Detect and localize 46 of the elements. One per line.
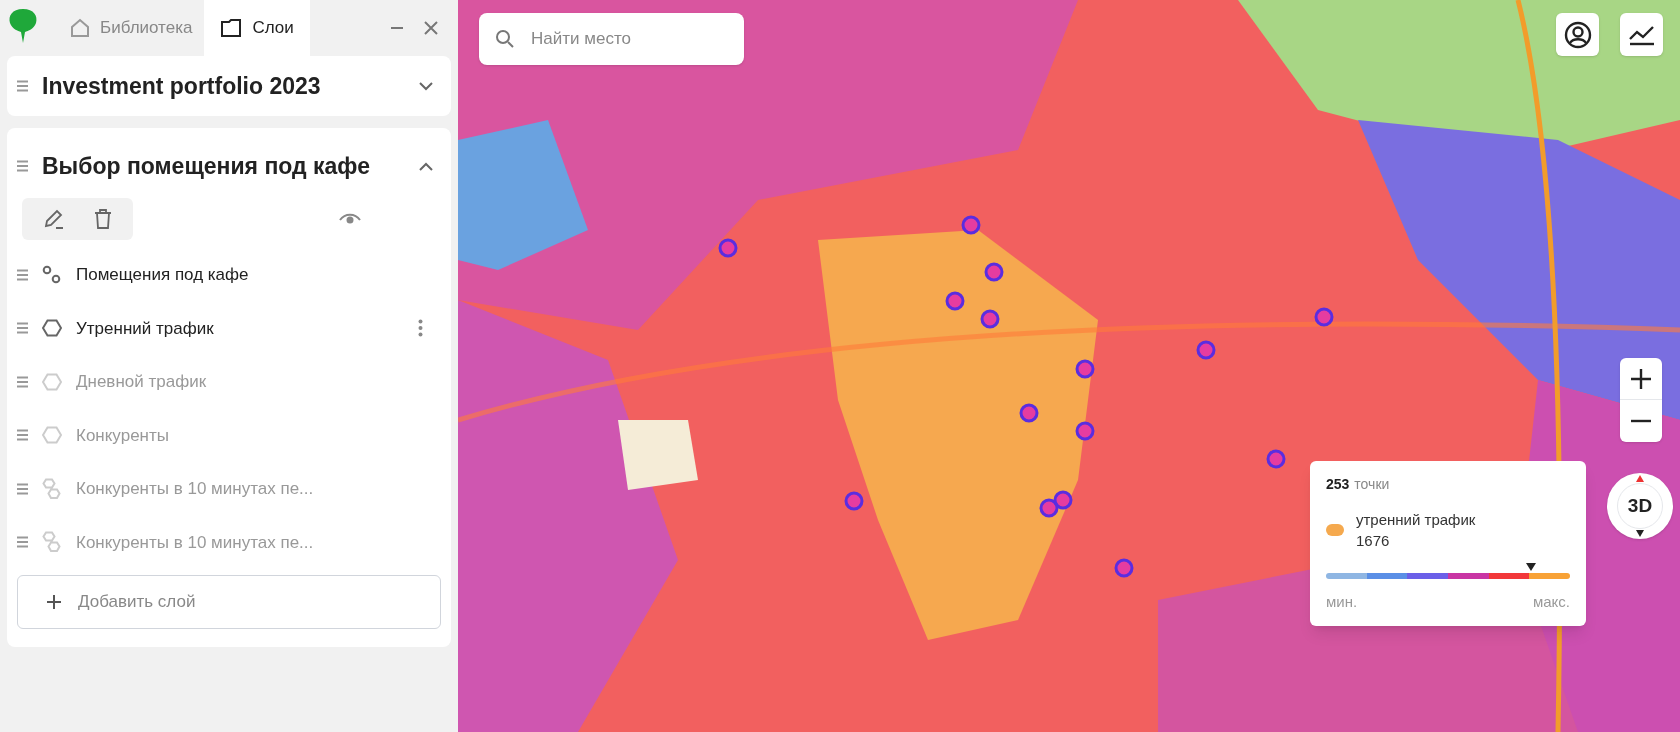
plus-icon — [1630, 367, 1652, 390]
layer-name[interactable]: Помещения под кафе — [76, 262, 441, 288]
overlapping-hexagons-icon — [42, 477, 62, 500]
search-icon — [495, 29, 515, 49]
tree-logo-icon[interactable] — [8, 7, 38, 43]
hexagon-icon — [42, 319, 62, 338]
pencil-icon[interactable] — [42, 208, 65, 230]
drag-handle-icon[interactable] — [17, 160, 28, 172]
legend-value: 1676 — [1356, 531, 1391, 551]
plus-icon — [46, 594, 62, 610]
close-icon[interactable] — [424, 21, 438, 35]
max-label: макс. — [1532, 591, 1570, 612]
drag-handle-icon[interactable] — [17, 268, 28, 281]
points-icon — [42, 264, 62, 285]
drag-handle-icon[interactable] — [17, 80, 28, 92]
north-arrow-icon — [1636, 475, 1644, 482]
drag-handle-icon[interactable] — [17, 375, 28, 388]
drag-handle-icon[interactable] — [17, 536, 28, 549]
profile-button[interactable] — [1556, 13, 1599, 56]
add-layer-button[interactable]: Добавить слой — [17, 575, 441, 629]
overlapping-hexagons-icon — [42, 531, 62, 554]
more-options-icon[interactable] — [418, 319, 423, 338]
drag-handle-icon[interactable] — [17, 482, 28, 495]
hexagon-icon — [42, 372, 62, 391]
legend-label: утренний трафик — [1356, 510, 1476, 530]
folder-icon — [220, 19, 243, 37]
search-field[interactable]: Найти место — [479, 13, 744, 65]
trash-icon[interactable] — [94, 209, 113, 229]
south-arrow-icon — [1636, 530, 1644, 537]
home-icon — [70, 18, 90, 38]
layer-name[interactable]: Утренний трафик — [76, 315, 404, 341]
chevron-icon[interactable] — [419, 161, 433, 171]
drag-handle-icon[interactable] — [17, 429, 28, 442]
chevron-icon[interactable] — [419, 81, 433, 91]
project-title[interactable]: Investment portfolio 2023 — [42, 68, 405, 104]
minus-icon — [1630, 419, 1652, 423]
count-unit: точки — [1354, 475, 1390, 494]
eye-icon[interactable] — [339, 213, 361, 225]
tab[interactable]: Слои — [204, 0, 310, 56]
user-icon — [1563, 20, 1592, 49]
min-label: мин. — [1326, 591, 1358, 612]
analytics-button[interactable] — [1620, 13, 1663, 56]
hexagon-icon — [42, 426, 62, 445]
project-title[interactable]: Выбор помещения под кафе — [42, 148, 405, 184]
drag-handle-icon[interactable] — [17, 322, 28, 335]
point-count: 253 — [1326, 475, 1350, 494]
